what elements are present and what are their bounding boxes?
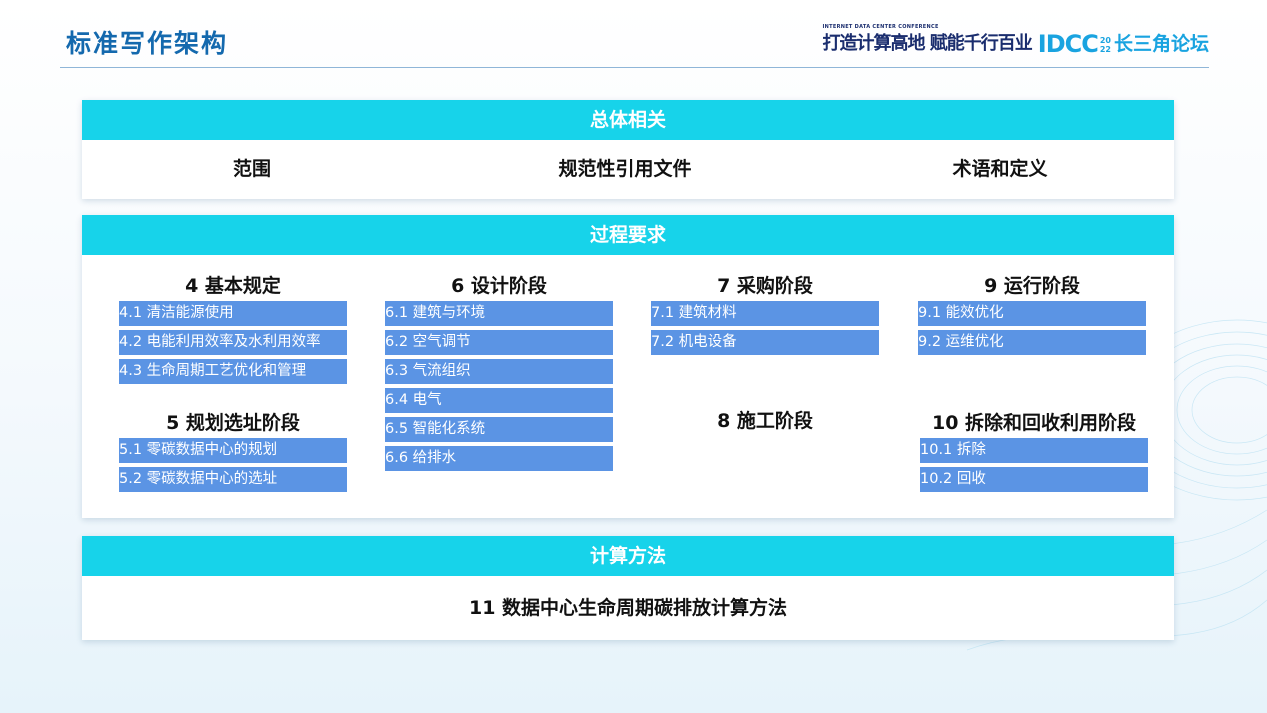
calculation-method-item: 11 数据中心生命周期碳排放计算方法	[468, 597, 788, 619]
section-10-item: 10.2 回收	[920, 467, 1148, 492]
section-6-item: 6.4 电气	[385, 388, 613, 413]
logo-year-top: 20	[1099, 36, 1111, 45]
general-item-terms-definitions: 术语和定义	[952, 158, 1048, 180]
calculation-heading: 计算方法	[82, 536, 1174, 576]
section-6-item: 6.2 空气调节	[385, 330, 613, 355]
section-4-item: 4.1 清洁能源使用	[119, 301, 347, 326]
section-7-title: 7 采购阶段	[717, 275, 813, 297]
section-10-title: 10 拆除和回收利用阶段	[931, 412, 1137, 434]
section-5-item: 5.1 零碳数据中心的规划	[119, 438, 347, 463]
section-6-item: 6.3 气流组织	[385, 359, 613, 384]
header-divider	[60, 67, 1209, 68]
logo-conference-name: INTERNET DATA CENTER CONFERENCE	[822, 24, 939, 30]
section-4-item: 4.2 电能利用效率及水利用效率	[119, 330, 347, 355]
section-8-title: 8 施工阶段	[717, 410, 813, 432]
logo-slogan: 打造计算高地 赋能千行百业	[822, 33, 1033, 54]
section-9-item: 9.1 能效优化	[918, 301, 1146, 326]
calculation-card: 计算方法 11 数据中心生命周期碳排放计算方法	[82, 536, 1174, 640]
logo-brand: IDCC	[1037, 30, 1099, 58]
section-6-item: 6.1 建筑与环境	[385, 301, 613, 326]
general-card: 总体相关 范围 规范性引用文件 术语和定义	[82, 100, 1174, 199]
section-4-item: 4.3 生命周期工艺优化和管理	[119, 359, 347, 384]
section-6-item: 6.5 智能化系统	[385, 417, 613, 442]
section-5-planning-siting: 5 规划选址阶段 5.1 零碳数据中心的规划 5.2 零碳数据中心的选址	[119, 408, 347, 496]
logo-slogan-block: INTERNET DATA CENTER CONFERENCE 打造计算高地 赋…	[822, 24, 1033, 58]
section-5-title: 5 规划选址阶段	[166, 412, 300, 434]
section-10-dismantling-recycling: 10 拆除和回收利用阶段 10.1 拆除 10.2 回收	[920, 408, 1148, 496]
general-item-normative-references: 规范性引用文件	[558, 158, 692, 180]
section-5-item: 5.2 零碳数据中心的选址	[119, 467, 347, 492]
section-4-title: 4 基本规定	[185, 275, 281, 297]
general-item-scope: 范围	[232, 158, 272, 180]
logo-forum-name: 长三角论坛	[1113, 33, 1209, 55]
section-6-item: 6.6 给排水	[385, 446, 613, 471]
section-4-basic-provisions: 4 基本规定 4.1 清洁能源使用 4.2 电能利用效率及水利用效率 4.3 生…	[119, 271, 347, 388]
logo-year: 20 22	[1100, 36, 1111, 54]
page-title: 标准写作架构	[66, 29, 229, 58]
section-8-construction: 8 施工阶段	[651, 406, 879, 436]
process-heading: 过程要求	[82, 215, 1174, 255]
logo-year-bottom: 22	[1099, 45, 1111, 54]
section-6-title: 6 设计阶段	[451, 275, 547, 297]
section-9-operation: 9 运行阶段 9.1 能效优化 9.2 运维优化	[918, 271, 1146, 359]
section-6-design: 6 设计阶段 6.1 建筑与环境 6.2 空气调节 6.3 气流组织 6.4 电…	[385, 271, 613, 475]
section-10-item: 10.1 拆除	[920, 438, 1148, 463]
process-card: 过程要求 4 基本规定 4.1 清洁能源使用 4.2 电能利用效率及水利用效率 …	[82, 215, 1174, 518]
conference-logo: INTERNET DATA CENTER CONFERENCE 打造计算高地 赋…	[822, 24, 1210, 58]
general-items-row: 范围 规范性引用文件 术语和定义	[82, 140, 1174, 199]
section-7-item: 7.1 建筑材料	[651, 301, 879, 326]
general-heading: 总体相关	[82, 100, 1174, 140]
section-7-item: 7.2 机电设备	[651, 330, 879, 355]
section-9-title: 9 运行阶段	[984, 275, 1080, 297]
section-7-procurement: 7 采购阶段 7.1 建筑材料 7.2 机电设备	[651, 271, 879, 359]
section-9-item: 9.2 运维优化	[918, 330, 1146, 355]
